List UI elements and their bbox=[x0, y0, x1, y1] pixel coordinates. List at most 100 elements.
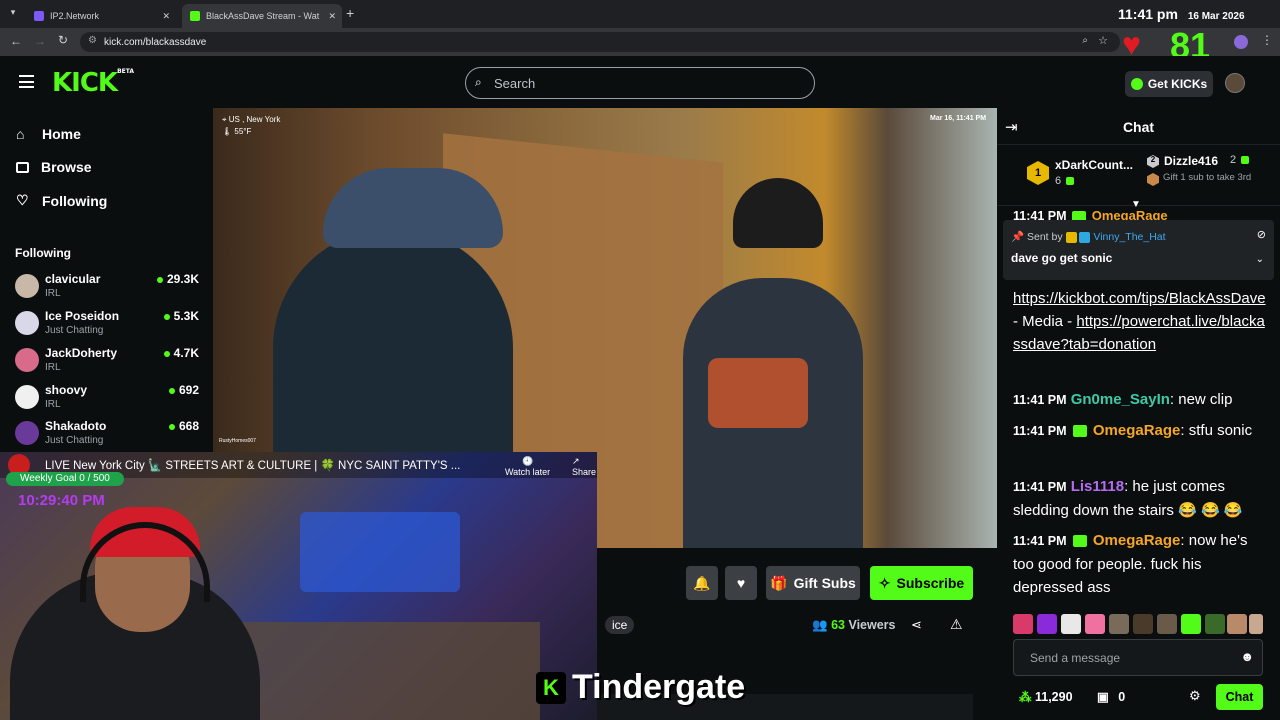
chat-settings-gear-icon[interactable]: ⚙ bbox=[1189, 688, 1201, 704]
message-input[interactable]: Send a message ☻ bbox=[1013, 639, 1263, 676]
share-button[interactable]: ↗ Share bbox=[572, 456, 597, 477]
followed-channel[interactable]: JackDoherty IRL 4.7K bbox=[15, 346, 205, 380]
address-bar: ← → ↻ ⚙ kick.com/blackassdave ⌕ ☆ ⋮ bbox=[0, 28, 1280, 56]
emote-bar bbox=[1013, 614, 1263, 636]
channel-points[interactable]: ⁂ 11,290 bbox=[1019, 689, 1073, 704]
chat-message: 11:41 PM Gn0me_SayIn: new clip bbox=[1013, 391, 1233, 408]
close-tab-icon[interactable]: ✕ bbox=[162, 11, 170, 22]
emote-icon[interactable] bbox=[1181, 614, 1201, 634]
emote-icon[interactable] bbox=[1227, 614, 1247, 634]
nav-browse[interactable]: Browse bbox=[16, 159, 92, 175]
beanie bbox=[733, 178, 823, 248]
crown-badge-icon bbox=[1065, 231, 1077, 243]
hamburger-menu-icon[interactable] bbox=[19, 75, 34, 88]
emote-icon[interactable] bbox=[1109, 614, 1129, 634]
nav-home[interactable]: ⌂ Home bbox=[16, 126, 81, 142]
emote-icon[interactable] bbox=[1037, 614, 1057, 634]
cap bbox=[323, 168, 503, 248]
stream-tag[interactable]: ice bbox=[605, 616, 635, 634]
followed-channel[interactable]: clavicular IRL 29.3K bbox=[15, 272, 205, 306]
emote-icon[interactable] bbox=[1157, 614, 1177, 634]
leader-name[interactable]: Dizzle416 bbox=[1164, 154, 1218, 168]
unpin-eye-icon[interactable]: ⊘ bbox=[1257, 228, 1266, 241]
points-icon: ⁂ bbox=[1019, 690, 1032, 704]
location-pin-icon: ⌖ bbox=[222, 115, 227, 124]
leader-count: 2 bbox=[1230, 154, 1251, 166]
emote-icon[interactable] bbox=[1061, 614, 1081, 634]
kick-k-icon: K bbox=[536, 671, 566, 704]
tips-link[interactable]: https://kickbot.com/tips/BlackAssDave bbox=[1013, 290, 1266, 307]
chest-icon: ▣ bbox=[1097, 690, 1109, 704]
reload-icon[interactable]: ↻ bbox=[58, 33, 68, 47]
emoji-picker-icon[interactable]: ☻ bbox=[1240, 649, 1254, 664]
sub-badge-icon bbox=[1072, 425, 1087, 438]
get-kicks-button[interactable]: Get KICKs bbox=[1125, 71, 1213, 97]
tab-ip2[interactable]: IP2.Network ✕ bbox=[26, 4, 176, 28]
live-dot-icon bbox=[168, 387, 175, 394]
notify-bell-button[interactable]: 🔔 bbox=[686, 566, 718, 600]
follow-heart-button[interactable]: ♥ bbox=[725, 566, 757, 600]
leader-name[interactable]: xDarkCount... bbox=[1055, 158, 1133, 172]
caption-overlay: K Tindergate bbox=[536, 668, 745, 707]
nav-following[interactable]: ♡ Following bbox=[16, 192, 107, 209]
tab-kick[interactable]: BlackAssDave Stream - Wat ✕ bbox=[182, 4, 342, 28]
followed-channel[interactable]: Shakadoto Just Chatting 668 bbox=[15, 419, 205, 453]
gift-subs-button[interactable]: 🎁 Gift Subs bbox=[766, 566, 860, 600]
live-dot-icon bbox=[163, 313, 170, 320]
chat-title: Chat bbox=[1122, 119, 1155, 135]
new-tab-icon[interactable]: + bbox=[346, 5, 354, 21]
chat-panel: ⇥ Chat 1 xDarkCount... 6 2 Dizzle416 2 G… bbox=[997, 108, 1280, 720]
pip-title[interactable]: LIVE New York City 🗽 STREETS ART & CULTU… bbox=[45, 458, 485, 472]
subscribe-button[interactable]: ✧ Subscribe bbox=[870, 566, 973, 600]
profile-avatar[interactable] bbox=[1234, 35, 1248, 49]
avatar bbox=[15, 274, 39, 298]
avatar bbox=[15, 311, 39, 335]
live-dot-icon bbox=[163, 350, 170, 357]
site-info-icon[interactable]: ⚙ bbox=[88, 35, 97, 46]
live-dot-icon bbox=[156, 276, 163, 283]
thermometer-icon: 🌡 bbox=[222, 127, 233, 136]
report-icon[interactable]: ⚠ bbox=[950, 616, 963, 633]
zoom-icon[interactable]: ⌕ bbox=[1082, 35, 1088, 46]
close-tab-icon[interactable]: ✕ bbox=[328, 11, 336, 22]
sub-badge-icon bbox=[1241, 156, 1250, 165]
share-icon[interactable]: ⋖ bbox=[911, 617, 922, 633]
gift-icon: 🎁 bbox=[770, 574, 788, 591]
forward-icon[interactable]: → bbox=[34, 34, 46, 48]
emote-icon[interactable] bbox=[1133, 614, 1153, 634]
chest-count[interactable]: ▣ 0 bbox=[1097, 689, 1125, 704]
chat-message: 11:41 PM OmegaRage: now he's too good fo… bbox=[1013, 532, 1248, 596]
back-icon[interactable]: ← bbox=[10, 34, 22, 48]
user-avatar[interactable] bbox=[1225, 73, 1245, 93]
pinned-message[interactable]: 📌 Sent by Vinny_The_Hat dave go get soni… bbox=[1003, 220, 1274, 280]
message-placeholder: Send a message bbox=[1030, 651, 1121, 665]
emote-icon[interactable] bbox=[1205, 614, 1225, 634]
url-field[interactable]: ⚙ kick.com/blackassdave ⌕ ☆ bbox=[80, 32, 1120, 52]
tab-title: IP2.Network bbox=[50, 11, 100, 21]
live-dot-icon bbox=[168, 423, 175, 430]
bookmark-star-icon[interactable]: ☆ bbox=[1098, 34, 1108, 47]
heart-icon: ♥ bbox=[736, 575, 746, 591]
watch-later-button[interactable]: 🕘 Watch later bbox=[505, 456, 550, 477]
search-input[interactable]: ⌕ Search bbox=[465, 67, 815, 99]
leaderboard: 1 xDarkCount... 6 2 Dizzle416 2 Gift 1 s… bbox=[997, 144, 1280, 206]
sub-badge-icon bbox=[1072, 535, 1087, 548]
followed-channel[interactable]: Ice Poseidon Just Chatting 5.3K bbox=[15, 309, 205, 343]
emote-icon[interactable] bbox=[1013, 614, 1033, 634]
video-watermark: RustyHomes007 bbox=[219, 438, 256, 444]
chat-message: 11:41 PM OmegaRage: stfu sonic bbox=[1013, 422, 1253, 439]
kick-logo[interactable]: KICKBETA bbox=[52, 68, 134, 98]
browser-tab-bar: ▾ IP2.Network ✕ BlackAssDave Stream - Wa… bbox=[0, 0, 1280, 28]
expand-chevron-icon[interactable]: ⌄ bbox=[1256, 254, 1264, 265]
chat-message: https://kickbot.com/tips/BlackAssDave - … bbox=[1013, 290, 1266, 353]
left-sidebar: ⌂ Home Browse ♡ Following Following clav… bbox=[0, 108, 213, 453]
send-chat-button[interactable]: Chat bbox=[1216, 684, 1263, 710]
followed-channel[interactable]: shoovy IRL 692 bbox=[15, 383, 205, 417]
browser-menu-icon[interactable]: ⋮ bbox=[1261, 33, 1273, 47]
home-icon: ⌂ bbox=[16, 126, 25, 142]
emote-icon[interactable] bbox=[1249, 614, 1263, 634]
video-timestamp: Mar 16, 11:41 PM bbox=[930, 115, 987, 122]
tab-search-icon[interactable]: ▾ bbox=[6, 7, 20, 21]
emote-icon[interactable] bbox=[1085, 614, 1105, 634]
harley-logo bbox=[708, 358, 808, 428]
